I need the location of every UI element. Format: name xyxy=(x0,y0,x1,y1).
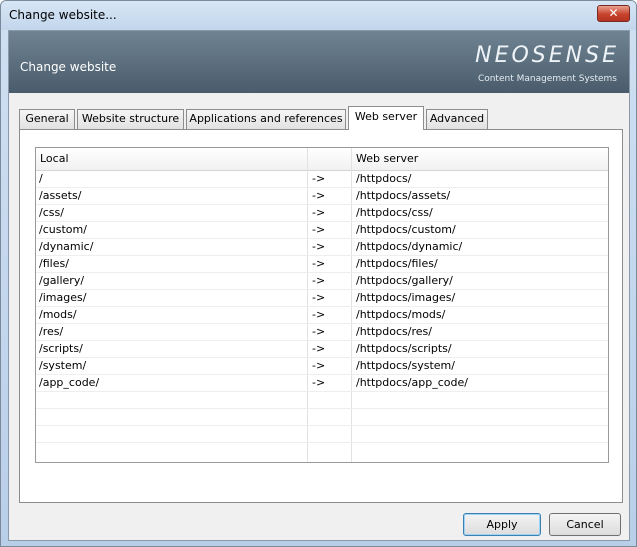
mapping-arrow-cell: -> xyxy=(312,223,326,236)
mapping-arrow-cell: -> xyxy=(312,240,326,253)
tab-label: General xyxy=(25,112,69,125)
local-path-cell: /mods/ xyxy=(39,308,77,321)
apply-button[interactable]: Apply xyxy=(463,513,541,536)
tab-advanced[interactable]: Advanced xyxy=(426,109,488,129)
table-row[interactable] xyxy=(36,426,608,443)
table-row[interactable]: /app_code/ -> /httpdocs/app_code/ xyxy=(36,375,608,392)
web-server-path-cell: /httpdocs/images/ xyxy=(356,291,456,304)
table-header: Local Web server xyxy=(36,148,608,171)
brand-logo: NEOSENSE xyxy=(475,43,619,68)
cancel-button-label: Cancel xyxy=(566,518,604,531)
tab-label: Web server xyxy=(354,110,418,123)
column-header-web-server[interactable]: Web server xyxy=(352,148,418,171)
local-path-cell: /custom/ xyxy=(39,223,87,236)
web-server-path-cell: /httpdocs/app_code/ xyxy=(356,376,468,389)
mapping-arrow-cell: -> xyxy=(312,291,326,304)
local-path-cell: /gallery/ xyxy=(39,274,85,287)
table-row[interactable]: / -> /httpdocs/ xyxy=(36,171,608,188)
web-server-path-cell: /httpdocs/files/ xyxy=(356,257,438,270)
web-server-path-cell: /httpdocs/mods/ xyxy=(356,308,446,321)
table-row[interactable]: /scripts/ -> /httpdocs/scripts/ xyxy=(36,341,608,358)
banner-title: Change website xyxy=(20,60,117,74)
local-path-cell: /css/ xyxy=(39,206,64,219)
table-row[interactable]: /files/ -> /httpdocs/files/ xyxy=(36,256,608,273)
table-row[interactable]: /res/ -> /httpdocs/res/ xyxy=(36,324,608,341)
table-row[interactable] xyxy=(36,409,608,426)
table-row[interactable]: /mods/ -> /httpdocs/mods/ xyxy=(36,307,608,324)
tab-label: Website structure xyxy=(81,112,180,125)
web-server-path-cell: /httpdocs/gallery/ xyxy=(356,274,453,287)
table-row[interactable]: /system/ -> /httpdocs/system/ xyxy=(36,358,608,375)
mapping-arrow-cell: -> xyxy=(312,359,326,372)
table-row[interactable] xyxy=(36,392,608,409)
local-path-cell: /assets/ xyxy=(39,189,82,202)
mapping-arrow-cell: -> xyxy=(312,257,326,270)
column-header-local[interactable]: Local xyxy=(36,148,69,171)
local-path-cell: / xyxy=(39,172,43,185)
table-row[interactable]: /images/ -> /httpdocs/images/ xyxy=(36,290,608,307)
tab-applications-and-references[interactable]: Applications and references xyxy=(186,109,346,129)
tab-general[interactable]: General xyxy=(19,109,75,129)
mapping-arrow-cell: -> xyxy=(312,189,326,202)
web-server-path-cell: /httpdocs/system/ xyxy=(356,359,455,372)
mapping-arrow-cell: -> xyxy=(312,376,326,389)
table-row[interactable]: /assets/ -> /httpdocs/assets/ xyxy=(36,188,608,205)
local-path-cell: /app_code/ xyxy=(39,376,100,389)
local-path-cell: /res/ xyxy=(39,325,64,338)
table-row[interactable]: /gallery/ -> /httpdocs/gallery/ xyxy=(36,273,608,290)
close-icon: ✕ xyxy=(608,6,619,20)
mapping-arrow-cell: -> xyxy=(312,342,326,355)
dialog-client-area: Change website NEOSENSE Content Manageme… xyxy=(8,30,630,541)
mapping-arrow-cell: -> xyxy=(312,325,326,338)
table-row[interactable]: /css/ -> /httpdocs/css/ xyxy=(36,205,608,222)
table-row[interactable]: /custom/ -> /httpdocs/custom/ xyxy=(36,222,608,239)
tab-website-structure[interactable]: Website structure xyxy=(77,109,184,129)
web-server-path-cell: /httpdocs/res/ xyxy=(356,325,432,338)
tab-web-server[interactable]: Web server xyxy=(348,106,424,130)
web-server-panel: Local Web server / -> /httpdocs/ /assets/ ->… xyxy=(19,129,623,503)
apply-button-label: Apply xyxy=(486,518,518,531)
web-server-path-cell: /httpdocs/custom/ xyxy=(356,223,456,236)
web-server-path-cell: /httpdocs/scripts/ xyxy=(356,342,452,355)
tab-label: Applications and references xyxy=(189,112,343,125)
mapping-arrow-cell: -> xyxy=(312,308,326,321)
web-server-path-cell: /httpdocs/css/ xyxy=(356,206,433,219)
path-mapping-table[interactable]: Local Web server / -> /httpdocs/ /assets/ ->… xyxy=(35,147,609,463)
mapping-arrow-cell: -> xyxy=(312,274,326,287)
local-path-cell: /files/ xyxy=(39,257,69,270)
change-website-dialog: Change website... ✕ Change website NEOSE… xyxy=(0,0,637,547)
local-path-cell: /images/ xyxy=(39,291,87,304)
mapping-arrow-cell: -> xyxy=(312,206,326,219)
local-path-cell: /system/ xyxy=(39,359,87,372)
brand-tagline: Content Management Systems xyxy=(477,74,617,84)
web-server-path-cell: /httpdocs/ xyxy=(356,172,412,185)
header-banner: Change website NEOSENSE Content Manageme… xyxy=(9,31,629,93)
web-server-path-cell: /httpdocs/assets/ xyxy=(356,189,451,202)
title-bar[interactable]: Change website... ✕ xyxy=(1,1,636,30)
local-path-cell: /scripts/ xyxy=(39,342,83,355)
mapping-arrow-cell: -> xyxy=(312,172,326,185)
table-row[interactable]: /dynamic/ -> /httpdocs/dynamic/ xyxy=(36,239,608,256)
local-path-cell: /dynamic/ xyxy=(39,240,94,253)
web-server-path-cell: /httpdocs/dynamic/ xyxy=(356,240,463,253)
close-button[interactable]: ✕ xyxy=(597,5,630,22)
column-header-arrow[interactable] xyxy=(308,148,312,171)
window-title: Change website... xyxy=(9,8,117,22)
tab-label: Advanced xyxy=(429,112,485,125)
cancel-button[interactable]: Cancel xyxy=(549,513,621,536)
